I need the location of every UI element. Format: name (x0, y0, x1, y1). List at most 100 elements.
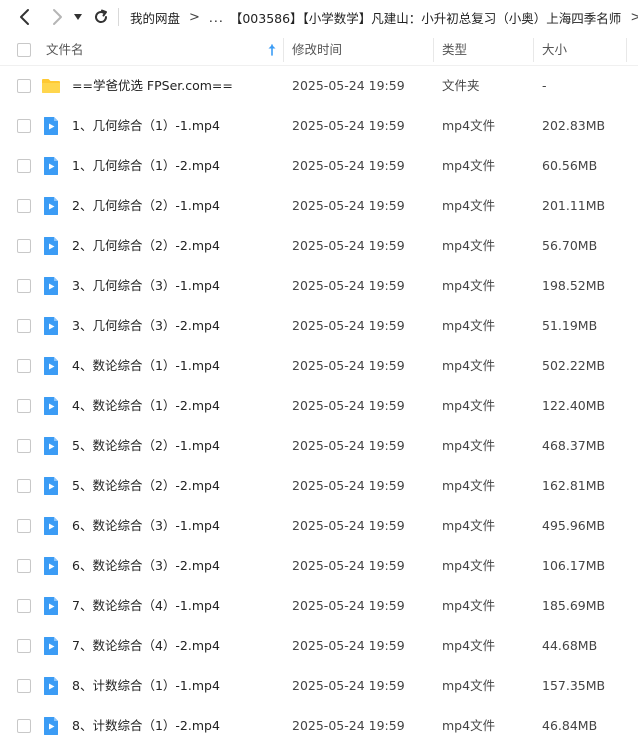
file-mtime: 2025-05-24 19:59 (292, 518, 405, 533)
file-name[interactable]: 1、几何综合（1）-1.mp4 (72, 106, 220, 146)
file-mtime: 2025-05-24 19:59 (292, 438, 405, 453)
file-list: ==学爸优选 FPSer.com== 2025-05-24 19:59 文件夹 - 1、… (0, 66, 638, 746)
file-size: 162.81MB (542, 478, 606, 493)
breadcrumb-current[interactable]: 【003586】【小学数学】凡建山：小升初总复习（小奥）上海四季名师 (230, 8, 621, 27)
file-mtime: 2025-05-24 19:59 (292, 78, 405, 93)
file-name[interactable]: 5、数论综合（2）-2.mp4 (72, 466, 220, 506)
forward-button[interactable] (44, 4, 70, 30)
row-checkbox[interactable] (17, 279, 31, 293)
file-name[interactable]: 3、几何综合（3）-1.mp4 (72, 266, 220, 306)
file-name[interactable]: 7、数论综合（4）-1.mp4 (72, 586, 220, 626)
file-row[interactable]: 5、数论综合（2）-1.mp4 2025-05-24 19:59 mp4文件 468.… (0, 426, 638, 466)
file-type: mp4文件 (442, 158, 496, 173)
file-row[interactable]: 2、几何综合（2）-2.mp4 2025-05-24 19:59 mp4文件 56.7… (0, 226, 638, 266)
video-file-icon (41, 116, 61, 136)
row-checkbox[interactable] (17, 479, 31, 493)
file-name[interactable]: 4、数论综合（1）-1.mp4 (72, 346, 220, 386)
file-name[interactable]: 8、计数综合（1）-1.mp4 (72, 666, 220, 706)
row-checkbox[interactable] (17, 559, 31, 573)
refresh-icon (95, 9, 108, 23)
file-row[interactable]: 2、几何综合（2）-1.mp4 2025-05-24 19:59 mp4文件 201.… (0, 186, 638, 226)
file-name[interactable]: 5、数论综合（2）-1.mp4 (72, 426, 220, 466)
row-checkbox[interactable] (17, 319, 31, 333)
sort-ascending-icon[interactable] (267, 44, 277, 56)
file-type: mp4文件 (442, 718, 496, 733)
file-row[interactable]: 5、数论综合（2）-2.mp4 2025-05-24 19:59 mp4文件 162.… (0, 466, 638, 506)
file-row[interactable]: 8、计数综合（1）-1.mp4 2025-05-24 19:59 mp4文件 157.… (0, 666, 638, 706)
file-name[interactable]: 6、数论综合（3）-1.mp4 (72, 506, 220, 546)
column-header-type[interactable]: 类型 (442, 34, 467, 66)
breadcrumb-ellipsis[interactable]: ... (209, 10, 224, 25)
row-checkbox[interactable] (17, 519, 31, 533)
file-type: mp4文件 (442, 518, 496, 533)
file-row[interactable]: 3、几何综合（3）-1.mp4 2025-05-24 19:59 mp4文件 198.… (0, 266, 638, 306)
row-checkbox[interactable] (17, 719, 31, 733)
row-checkbox[interactable] (17, 359, 31, 373)
file-mtime: 2025-05-24 19:59 (292, 478, 405, 493)
breadcrumb: 我的网盘 > ... 【003586】【小学数学】凡建山：小升初总复习（小奥）上… (130, 0, 638, 34)
file-size: - (542, 78, 547, 93)
column-header-mtime[interactable]: 修改时间 (292, 34, 342, 66)
column-header-name[interactable]: 文件名 (46, 34, 84, 66)
file-size: 201.11MB (542, 198, 606, 213)
row-checkbox[interactable] (17, 199, 31, 213)
file-mtime: 2025-05-24 19:59 (292, 278, 405, 293)
column-divider[interactable] (533, 38, 534, 62)
file-name[interactable]: 1、几何综合（1）-2.mp4 (72, 146, 220, 186)
file-row[interactable]: ==学爸优选 FPSer.com== 2025-05-24 19:59 文件夹 - (0, 66, 638, 106)
row-checkbox[interactable] (17, 639, 31, 653)
folder-icon (41, 76, 61, 96)
file-size: 46.84MB (542, 718, 598, 733)
file-mtime: 2025-05-24 19:59 (292, 678, 405, 693)
file-size: 60.56MB (542, 158, 598, 173)
column-divider[interactable] (626, 38, 627, 62)
row-checkbox[interactable] (17, 439, 31, 453)
video-file-icon (41, 316, 61, 336)
column-header-size[interactable]: 大小 (542, 34, 567, 66)
file-type: mp4文件 (442, 558, 496, 573)
file-size: 44.68MB (542, 638, 598, 653)
row-checkbox[interactable] (17, 679, 31, 693)
file-row[interactable]: 6、数论综合（3）-2.mp4 2025-05-24 19:59 mp4文件 106.… (0, 546, 638, 586)
file-type: mp4文件 (442, 358, 496, 373)
file-row[interactable]: 7、数论综合（4）-2.mp4 2025-05-24 19:59 mp4文件 44.6… (0, 626, 638, 666)
file-name[interactable]: 4、数论综合（1）-2.mp4 (72, 386, 220, 426)
file-row[interactable]: 8、计数综合（1）-2.mp4 2025-05-24 19:59 mp4文件 46.8… (0, 706, 638, 746)
row-checkbox[interactable] (17, 399, 31, 413)
file-row[interactable]: 7、数论综合（4）-1.mp4 2025-05-24 19:59 mp4文件 185.… (0, 586, 638, 626)
file-name[interactable]: 2、几何综合（2）-1.mp4 (72, 186, 220, 226)
file-type: 文件夹 (442, 78, 480, 93)
file-name[interactable]: ==学爸优选 FPSer.com== (72, 66, 233, 106)
file-row[interactable]: 1、几何综合（1）-1.mp4 2025-05-24 19:59 mp4文件 202.… (0, 106, 638, 146)
row-checkbox[interactable] (17, 599, 31, 613)
toolbar: 我的网盘 > ... 【003586】【小学数学】凡建山：小升初总复习（小奥）上… (0, 0, 638, 34)
file-row[interactable]: 3、几何综合（3）-2.mp4 2025-05-24 19:59 mp4文件 51.1… (0, 306, 638, 346)
file-row[interactable]: 4、数论综合（1）-1.mp4 2025-05-24 19:59 mp4文件 502.… (0, 346, 638, 386)
refresh-button[interactable] (88, 4, 114, 30)
file-name[interactable]: 6、数论综合（3）-2.mp4 (72, 546, 220, 586)
history-dropdown-button[interactable] (69, 4, 87, 30)
column-divider[interactable] (433, 38, 434, 62)
file-name[interactable]: 3、几何综合（3）-2.mp4 (72, 306, 220, 346)
row-checkbox[interactable] (17, 239, 31, 253)
select-all-checkbox[interactable] (17, 43, 31, 57)
file-size: 106.17MB (542, 558, 606, 573)
file-row[interactable]: 4、数论综合（1）-2.mp4 2025-05-24 19:59 mp4文件 122.… (0, 386, 638, 426)
row-checkbox[interactable] (17, 79, 31, 93)
file-name[interactable]: 2、几何综合（2）-2.mp4 (72, 226, 220, 266)
back-button[interactable] (12, 4, 38, 30)
file-row[interactable]: 1、几何综合（1）-2.mp4 2025-05-24 19:59 mp4文件 60.5… (0, 146, 638, 186)
row-checkbox[interactable] (17, 159, 31, 173)
breadcrumb-root[interactable]: 我的网盘 (130, 8, 180, 27)
toolbar-divider (118, 8, 119, 26)
file-size: 202.83MB (542, 118, 606, 133)
file-name[interactable]: 7、数论综合（4）-2.mp4 (72, 626, 220, 666)
video-file-icon (41, 396, 61, 416)
breadcrumb-separator-icon: > (189, 9, 200, 25)
file-row[interactable]: 6、数论综合（3）-1.mp4 2025-05-24 19:59 mp4文件 495.… (0, 506, 638, 546)
row-checkbox[interactable] (17, 119, 31, 133)
file-name[interactable]: 8、计数综合（1）-2.mp4 (72, 706, 220, 746)
file-mtime: 2025-05-24 19:59 (292, 398, 405, 413)
column-divider[interactable] (283, 38, 284, 62)
file-mtime: 2025-05-24 19:59 (292, 558, 405, 573)
